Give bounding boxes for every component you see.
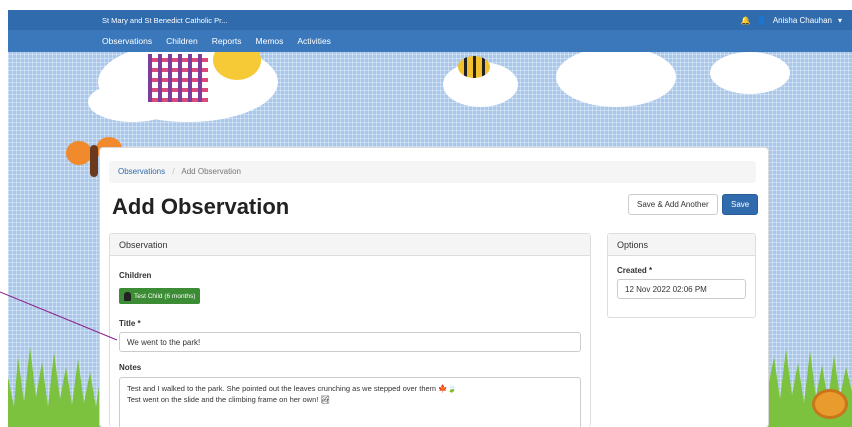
breadcrumb-current: Add Observation xyxy=(181,167,241,176)
woven-logo-icon xyxy=(148,54,208,102)
observation-heading: Observation xyxy=(110,234,590,256)
bee-icon xyxy=(458,56,490,78)
school-name[interactable]: St Mary and St Benedict Catholic Pr... xyxy=(102,16,227,25)
notes-textarea[interactable]: Test and I walked to the park. She point… xyxy=(119,377,581,427)
breadcrumb: Observations / Add Observation xyxy=(109,161,756,183)
menu-reports[interactable]: Reports xyxy=(212,36,242,46)
snail-icon xyxy=(812,389,848,419)
child-chip[interactable]: Test Child (6 months) xyxy=(119,288,201,304)
menu-observations[interactable]: Observations xyxy=(102,36,152,46)
user-icon: 👤 xyxy=(756,15,767,25)
cloud-far-right xyxy=(710,52,790,94)
cloud-right xyxy=(556,52,676,107)
notes-label: Notes xyxy=(119,363,142,372)
user-name[interactable]: Anisha Chauhan xyxy=(773,16,832,25)
user-menu[interactable]: 🔔 👤 Anisha Chauhan ▾ xyxy=(741,16,842,25)
child-chip-label: Test Child (6 months) xyxy=(134,292,196,300)
created-label: Created * xyxy=(617,266,653,275)
bell-icon[interactable]: 🔔 xyxy=(741,16,751,25)
title-input[interactable]: We went to the park! xyxy=(119,332,581,352)
menu-activities[interactable]: Activities xyxy=(297,36,331,46)
breadcrumb-observations-link[interactable]: Observations xyxy=(118,167,165,176)
main-menu: Observations Children Reports Memos Acti… xyxy=(8,30,852,52)
notes-line-2: Test went on the slide and the climbing … xyxy=(127,395,330,404)
menu-children[interactable]: Children xyxy=(166,36,198,46)
options-heading: Options xyxy=(608,234,755,256)
created-input[interactable]: 12 Nov 2022 02:06 PM xyxy=(617,279,746,299)
options-card: Options Created * 12 Nov 2022 02:06 PM xyxy=(607,233,756,318)
save-add-another-button[interactable]: Save & Add Another xyxy=(628,194,718,215)
notes-line-1: Test and I walked to the park. She point… xyxy=(127,384,457,393)
child-avatar-icon xyxy=(124,291,131,301)
grass-left xyxy=(8,347,108,427)
children-label: Children xyxy=(119,271,152,280)
top-navbar: St Mary and St Benedict Catholic Pr... 🔔… xyxy=(8,10,852,52)
save-button[interactable]: Save xyxy=(722,194,759,215)
title-label: Title * xyxy=(119,319,141,328)
breadcrumb-separator: / xyxy=(172,167,175,176)
menu-memos[interactable]: Memos xyxy=(256,36,284,46)
page-title: Add Observation xyxy=(112,194,290,219)
caret-down-icon[interactable]: ▾ xyxy=(838,16,842,25)
main-panel: Observations / Add Observation Add Obser… xyxy=(100,148,768,427)
observation-card: Observation Children Test Child (6 month… xyxy=(109,233,591,427)
